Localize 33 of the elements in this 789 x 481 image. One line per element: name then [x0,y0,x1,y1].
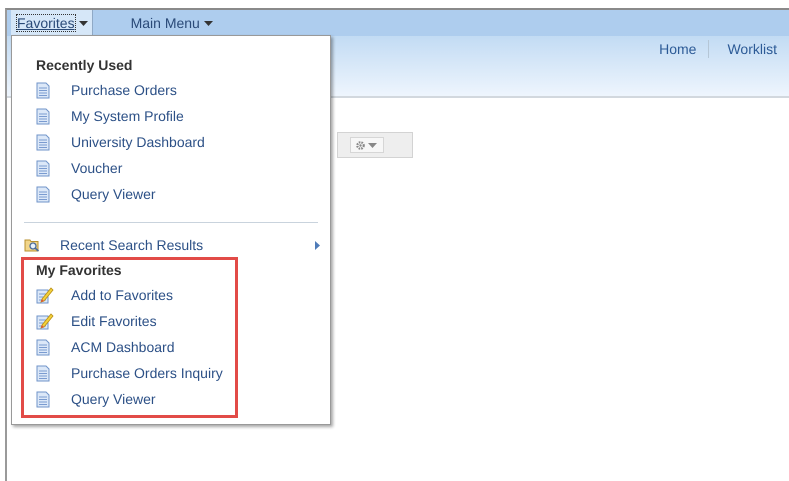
document-icon [36,186,50,202]
document-icon [36,364,50,382]
settings-button[interactable] [350,137,384,153]
menu-item[interactable]: University Dashboard [12,129,205,155]
caret-icon [78,20,88,26]
document-pencil-icon [36,286,54,304]
menu-item[interactable]: Query Viewer [24,386,156,412]
menu-item[interactable]: Purchase Orders [12,77,177,103]
document-icon [36,134,50,150]
document-icon [36,160,50,176]
document-icon [36,390,50,408]
menu-item[interactable]: My System Profile [12,103,184,129]
document-icon [36,108,50,124]
document-pencil-icon [36,312,54,330]
menu-item[interactable]: Purchase Orders Inquiry [24,360,223,386]
menu-item[interactable]: Add to Favorites [24,282,173,308]
section-heading: Recently Used [35,57,134,75]
document-icon [36,338,50,356]
submenu-item[interactable]: Recent Search Results [12,233,330,257]
menu-tab[interactable]: Main Menu [122,10,221,36]
menu-item[interactable]: ACM Dashboard [24,334,174,360]
header-link[interactable]: Home [641,40,708,58]
header-link[interactable]: Worklist [708,40,789,58]
submenu-arrow-icon [315,240,320,250]
menu-tab[interactable]: Favorites [11,10,93,36]
caret-icon [204,20,213,26]
folder-search-icon [24,238,41,252]
settings-icon [356,140,378,150]
section-heading: My Favorites [35,262,123,280]
menu-item[interactable]: Voucher [12,155,122,181]
menu-item[interactable]: Edit Favorites [24,308,157,334]
document-icon [36,82,50,98]
menu-item[interactable]: Query Viewer [12,181,156,207]
